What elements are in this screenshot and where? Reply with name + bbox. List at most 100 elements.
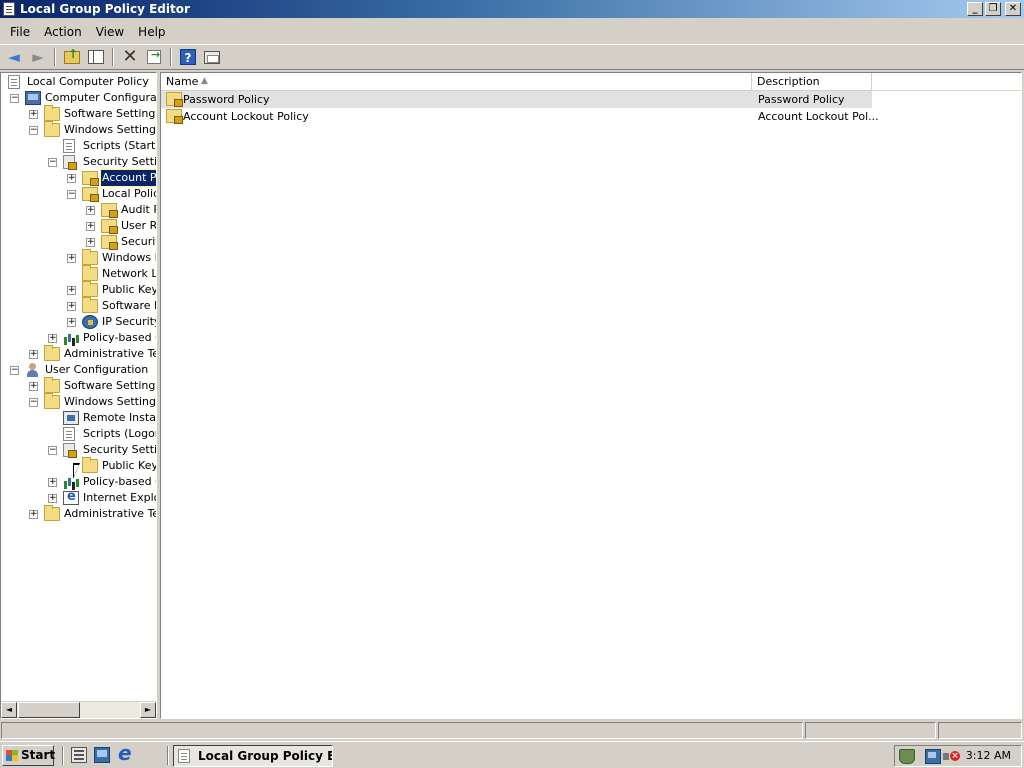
scroll-right-button[interactable]: ►	[140, 702, 156, 718]
delete-button[interactable]: ✕	[119, 46, 141, 68]
status-panel-2	[805, 722, 936, 739]
volume-muted-icon[interactable]	[943, 749, 960, 764]
clock[interactable]: 3:12 AM	[966, 746, 1011, 766]
start-button[interactable]: Start	[2, 745, 55, 766]
server-manager-icon[interactable]	[71, 747, 87, 763]
expand-icon[interactable]: +	[67, 302, 76, 311]
scroll-left-button[interactable]: ◄	[1, 702, 17, 718]
toolbar-separator	[54, 48, 56, 66]
tree-item[interactable]: Local Computer Policy	[1, 74, 156, 90]
expand-icon[interactable]: +	[48, 334, 57, 343]
collapse-icon[interactable]: −	[10, 366, 19, 375]
tree-item[interactable]: Scripts (Startup	[1, 138, 156, 154]
tree-item-label: Policy-based Q	[83, 331, 156, 344]
expand-icon[interactable]: +	[67, 318, 76, 327]
column-header-name[interactable]: Name ▲	[161, 73, 752, 91]
menu-view[interactable]: View	[89, 23, 131, 41]
tree-item[interactable]: Scripts (Logon/	[1, 426, 156, 442]
tree-item[interactable]: + IP Security	[1, 314, 156, 330]
menu-file[interactable]: File	[3, 23, 37, 41]
tree-item[interactable]: + Software Settings	[1, 377, 156, 394]
menu-help[interactable]: Help	[131, 23, 172, 41]
restore-button[interactable]: ❐	[985, 2, 1001, 16]
console-tree-icon	[88, 50, 104, 64]
tree-item[interactable]: + Administrative Tem	[1, 345, 156, 362]
mouse-cursor-icon	[73, 463, 80, 479]
tree-item[interactable]: + Internet Explor	[1, 489, 156, 506]
menu-action[interactable]: Action	[37, 23, 89, 41]
back-button[interactable]: ◄	[3, 46, 25, 68]
show-action-pane-button[interactable]	[201, 46, 223, 68]
tree-item[interactable]: Network Lis	[1, 265, 156, 282]
toolbar: ◄ ► ✕ ?	[0, 44, 1024, 70]
close-button[interactable]: ✕	[1005, 2, 1021, 16]
show-desktop-icon[interactable]	[94, 747, 110, 763]
user-icon	[25, 363, 41, 377]
tree-item[interactable]: + Account Po	[1, 169, 156, 187]
expand-icon[interactable]: +	[86, 222, 95, 231]
network-icon[interactable]	[925, 749, 941, 764]
collapse-icon[interactable]: −	[29, 126, 38, 135]
expand-icon[interactable]: +	[67, 286, 76, 295]
tree-item[interactable]: − Windows Settings	[1, 121, 156, 138]
folder-icon	[44, 121, 60, 137]
tree-item[interactable]: + Administrative Tem	[1, 505, 156, 522]
expand-icon[interactable]: +	[29, 382, 38, 391]
tree-item[interactable]: + User Ri	[1, 218, 156, 234]
show-hide-tree-button[interactable]	[85, 46, 107, 68]
tree-item[interactable]: − Local Policies	[1, 186, 156, 202]
internet-explorer-icon[interactable]	[117, 741, 133, 765]
list-item[interactable]: Password Policy Password Policy	[161, 91, 872, 108]
expand-icon[interactable]: +	[86, 206, 95, 215]
expand-icon[interactable]: +	[29, 110, 38, 119]
expand-icon[interactable]: +	[48, 494, 57, 503]
security-shield-icon[interactable]	[899, 749, 915, 764]
sort-ascending-icon: ▲	[201, 76, 208, 86]
console-tree-pane[interactable]: Local Computer Policy − Computer Configura…	[0, 72, 157, 719]
export-icon	[147, 49, 161, 64]
title-bar: Local Group Policy Editor _ ❐ ✕	[0, 0, 1024, 18]
tree-item[interactable]: + Securit	[1, 234, 156, 250]
collapse-icon[interactable]: −	[48, 158, 57, 167]
tree-item[interactable]: + Software Settings	[1, 105, 156, 122]
folder-icon	[82, 457, 98, 473]
column-header-filler	[872, 73, 1021, 91]
tree-item-label: Network Lis	[102, 267, 156, 280]
doc-icon	[63, 139, 75, 153]
expand-icon[interactable]: +	[29, 350, 38, 359]
up-one-level-button[interactable]	[61, 46, 83, 68]
expand-icon[interactable]: +	[86, 238, 95, 247]
tree-item[interactable]: + Software R	[1, 297, 156, 314]
tree-item[interactable]: − Security Settings	[1, 442, 156, 458]
tree-item[interactable]: Remote Installa	[1, 410, 156, 426]
collapse-icon[interactable]: −	[67, 190, 76, 199]
tree-item[interactable]: − Computer Configuration	[1, 90, 156, 106]
export-list-button[interactable]	[143, 46, 165, 68]
help-button[interactable]: ?	[177, 46, 199, 68]
minimize-button[interactable]: _	[967, 2, 983, 16]
tree-item[interactable]: + Audit P	[1, 202, 156, 218]
taskbar-button-group-policy-editor[interactable]: Local Group Policy Edi...	[173, 745, 333, 767]
list-item[interactable]: Account Lockout Policy Account Lockout Po…	[161, 108, 879, 125]
expand-icon[interactable]: +	[67, 254, 76, 263]
tree-item[interactable]: − Security Settings	[1, 154, 156, 170]
tree-item[interactable]: + Windows F	[1, 249, 156, 266]
tree-item[interactable]: + Public Key I	[1, 281, 156, 298]
collapse-icon[interactable]: −	[48, 446, 57, 455]
collapse-icon[interactable]: −	[29, 398, 38, 407]
column-header-description[interactable]: Description	[752, 73, 872, 91]
collapse-icon[interactable]: −	[10, 94, 19, 103]
expand-icon[interactable]: +	[29, 510, 38, 519]
status-bar	[0, 721, 1024, 740]
expand-icon[interactable]: +	[48, 478, 57, 487]
tree-horizontal-scrollbar[interactable]: ◄ ►	[1, 701, 156, 718]
details-pane[interactable]: Name ▲ Description Password Policy Passwo…	[160, 72, 1022, 719]
scroll-thumb[interactable]	[18, 702, 80, 718]
expand-icon[interactable]: +	[67, 174, 76, 183]
tree-item[interactable]: + Policy-based Q	[1, 330, 156, 346]
doc-icon	[63, 427, 75, 441]
list-header: Name ▲ Description	[161, 73, 1021, 91]
forward-button[interactable]: ►	[27, 46, 49, 68]
tree-item[interactable]: − User Configuration	[1, 362, 156, 378]
tree-item[interactable]: − Windows Settings	[1, 393, 156, 410]
